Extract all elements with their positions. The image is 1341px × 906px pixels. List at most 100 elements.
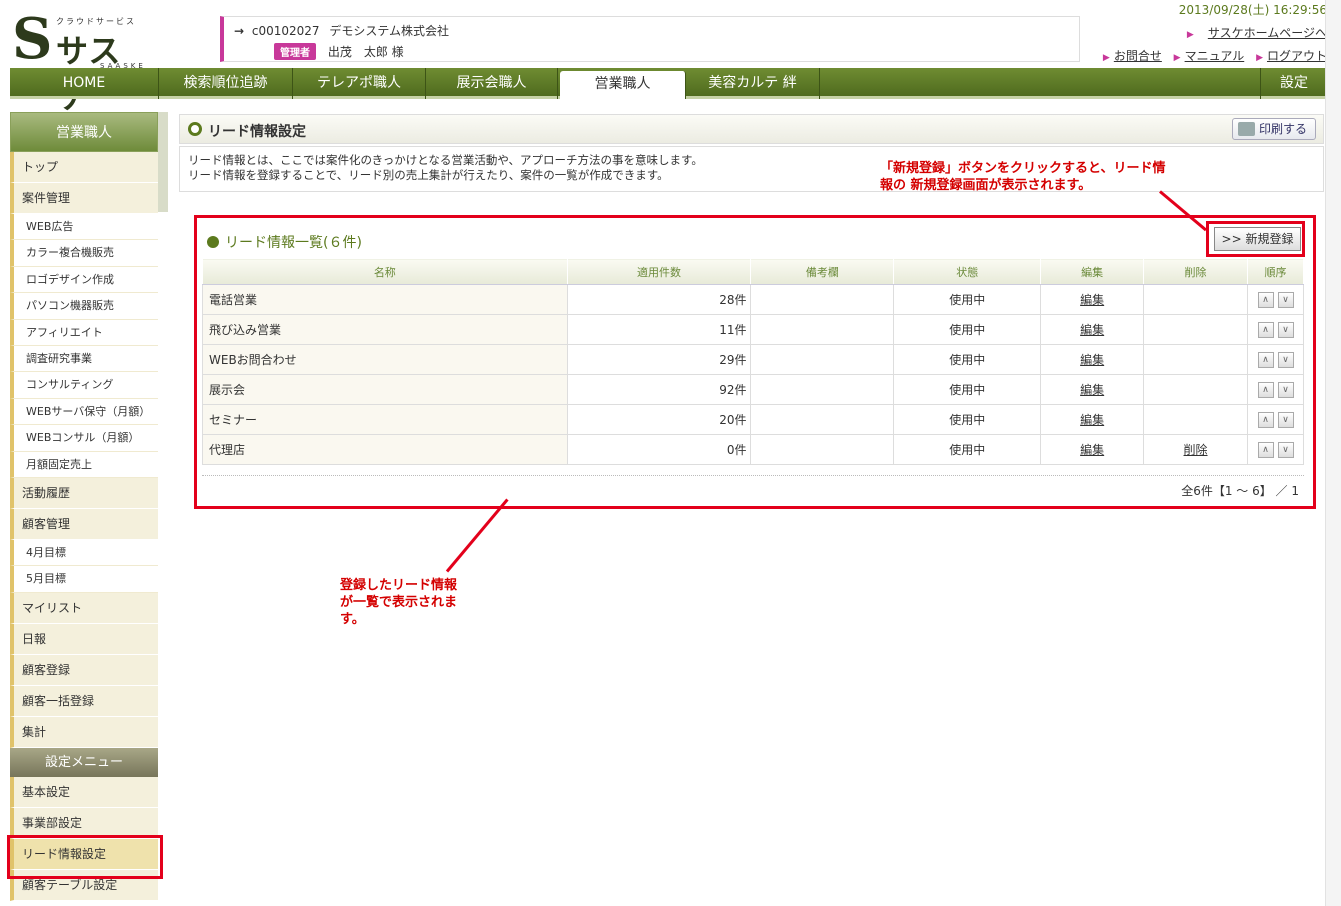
- order-down-icon[interactable]: ∨: [1277, 382, 1294, 398]
- triangle-icon: ▶: [1186, 30, 1194, 40]
- order-up-icon[interactable]: ∧: [1257, 322, 1274, 338]
- sidebar-item[interactable]: 案件管理: [10, 183, 158, 214]
- edit-link[interactable]: 編集: [1080, 293, 1104, 307]
- sidebar-item[interactable]: トップ: [10, 152, 158, 183]
- sidebar-subitem[interactable]: アフィリエイト: [10, 319, 158, 346]
- tab-settings[interactable]: 設定: [1260, 68, 1327, 99]
- new-register-button[interactable]: >> 新規登録: [1214, 227, 1301, 251]
- sidebar-subitem[interactable]: コンサルティング: [10, 372, 158, 399]
- table-row: WEBお問合わせ 29件 使用中 編集 ∧ ∨: [202, 344, 1304, 375]
- tab-sales[interactable]: 営業職人: [560, 71, 686, 99]
- tab-beauty-karte[interactable]: 美容カルテ 絆: [686, 68, 820, 99]
- order-down-icon[interactable]: ∨: [1277, 442, 1294, 458]
- sidebar-subitem[interactable]: パソコン機器販売: [10, 293, 158, 320]
- order-down-icon[interactable]: ∨: [1277, 292, 1294, 308]
- sidebar-item[interactable]: マイリスト: [10, 592, 158, 624]
- company-line: → c00102027 デモシステム株式会社: [234, 22, 449, 39]
- edit-link[interactable]: 編集: [1080, 383, 1104, 397]
- current-datetime: 2013/09/28(土) 16:29:56: [1178, 3, 1327, 17]
- homepage-link[interactable]: サスケホームページへ: [1208, 26, 1327, 40]
- table-row: 代理店 0件 使用中 編集 削除 ∧ ∨: [202, 434, 1304, 465]
- delete-cell: [1143, 404, 1248, 435]
- delete-link[interactable]: 削除: [1184, 443, 1208, 457]
- print-button[interactable]: 印刷する: [1232, 118, 1316, 140]
- order-up-icon[interactable]: ∧: [1257, 352, 1274, 368]
- sidebar-subitem[interactable]: WEBサーバ保守（月額）: [10, 398, 158, 426]
- logout-link[interactable]: ログアウト: [1267, 49, 1327, 63]
- order-down-icon[interactable]: ∨: [1277, 412, 1294, 428]
- user-line: 管理者 出茂 太郎 様: [274, 43, 404, 60]
- list-title-text: リード情報一覧(６件): [225, 235, 362, 251]
- sidebar-item[interactable]: 日報: [10, 623, 158, 655]
- sidebar-subitem[interactable]: ロゴデザイン作成: [10, 266, 158, 294]
- col-delete: 削除: [1143, 258, 1248, 285]
- page-scrollbar[interactable]: [1325, 0, 1341, 906]
- manual-link[interactable]: マニュアル: [1185, 49, 1245, 63]
- annotation-line: 「新規登録」ボタンをクリックすると、リード情: [880, 161, 1166, 176]
- lead-status: 使用中: [893, 344, 1042, 375]
- edit-link[interactable]: 編集: [1080, 353, 1104, 367]
- triangle-icon: ▶: [1173, 53, 1181, 63]
- sidebar-item[interactable]: 集計: [10, 716, 158, 748]
- lead-count: 11件: [566, 314, 752, 345]
- lead-status: 使用中: [893, 434, 1042, 465]
- edit-link[interactable]: 編集: [1080, 443, 1104, 457]
- table-row: 飛び込み営業 11件 使用中 編集 ∧ ∨: [202, 314, 1304, 345]
- lead-note: [750, 374, 895, 405]
- pager: 全6件【1 ～ 6】 ／ 1: [1181, 484, 1299, 498]
- order-down-icon[interactable]: ∨: [1277, 352, 1294, 368]
- order-up-icon[interactable]: ∧: [1257, 382, 1274, 398]
- sidebar-collapse-handle[interactable]: [158, 112, 168, 212]
- sidebar-subitem[interactable]: 5月目標: [10, 566, 158, 593]
- triangle-icon: ▶: [1102, 53, 1110, 63]
- tab-teleapo[interactable]: テレアポ職人: [293, 68, 426, 99]
- sidebar-subitem[interactable]: WEB広告: [10, 214, 158, 241]
- sidebar-item-basic-settings[interactable]: 基本設定: [10, 776, 158, 808]
- order-up-icon[interactable]: ∧: [1257, 412, 1274, 428]
- annotation-line: 報の 新規登録画面が表示されます。: [880, 178, 1092, 193]
- lead-note: [750, 344, 895, 375]
- tab-exhibition[interactable]: 展示会職人: [426, 68, 558, 99]
- sidebar-item[interactable]: 顧客一括登録: [10, 685, 158, 717]
- sidebar-menu: トップ 案件管理 WEB広告 カラー複合機販売 ロゴデザイン作成 パソコン機器販売 アフィリ…: [10, 152, 158, 748]
- company-code: c00102027: [251, 24, 320, 38]
- lead-status: 使用中: [893, 314, 1042, 345]
- edit-link[interactable]: 編集: [1080, 413, 1104, 427]
- tab-home[interactable]: HOME: [10, 68, 159, 99]
- lead-count: 0件: [566, 434, 752, 465]
- lead-table: 名称 適用件数 備考欄 状態 編集 削除 順序 電話営業 28件 使用中 編集 ∧ ∨ 飛び…: [202, 258, 1304, 465]
- printer-icon: [1238, 122, 1255, 136]
- edit-cell: 編集: [1040, 314, 1145, 345]
- lead-note: [750, 284, 895, 315]
- edit-cell: 編集: [1040, 434, 1145, 465]
- circle-icon: [188, 122, 202, 136]
- logo-s-mark: S: [12, 6, 53, 72]
- delete-cell: [1143, 374, 1248, 405]
- tab-search-rank[interactable]: 検索順位追跡: [159, 68, 293, 99]
- sidebar-subitem[interactable]: WEBコンサル（月額）: [10, 425, 158, 452]
- order-down-icon[interactable]: ∨: [1277, 322, 1294, 338]
- role-badge: 管理者: [274, 43, 316, 60]
- lead-name: 展示会: [202, 374, 568, 405]
- sidebar-item[interactable]: 顧客管理: [10, 508, 158, 540]
- order-cell: ∧ ∨: [1247, 284, 1304, 315]
- table-row: セミナー 20件 使用中 編集 ∧ ∨: [202, 404, 1304, 435]
- col-order: 順序: [1247, 258, 1304, 285]
- order-up-icon[interactable]: ∧: [1257, 442, 1274, 458]
- arrow-right-icon: →: [234, 24, 245, 38]
- edit-link[interactable]: 編集: [1080, 323, 1104, 337]
- order-up-icon[interactable]: ∧: [1257, 292, 1274, 308]
- saasuke-logo[interactable]: S クラウドサービス サスケ SAASKE: [12, 6, 152, 116]
- contact-link[interactable]: お問合せ: [1114, 49, 1162, 63]
- sidebar-item[interactable]: 活動履歴: [10, 477, 158, 509]
- sidebar-title: 営業職人: [10, 112, 158, 152]
- sidebar-subitem[interactable]: カラー複合機販売: [10, 240, 158, 267]
- col-note: 備考欄: [750, 258, 895, 285]
- sidebar-subitem[interactable]: 月額固定売上: [10, 451, 158, 478]
- sidebar-subitem[interactable]: 調査研究事業: [10, 345, 158, 373]
- sidebar-subitem[interactable]: 4月目標: [10, 539, 158, 567]
- edit-cell: 編集: [1040, 404, 1145, 435]
- header-links: ▶ サスケホームページへ ▶ お問合せ ▶ マニュアル ▶ ログアウト: [1103, 24, 1327, 70]
- delete-cell: 削除: [1143, 434, 1248, 465]
- sidebar-item[interactable]: 顧客登録: [10, 654, 158, 686]
